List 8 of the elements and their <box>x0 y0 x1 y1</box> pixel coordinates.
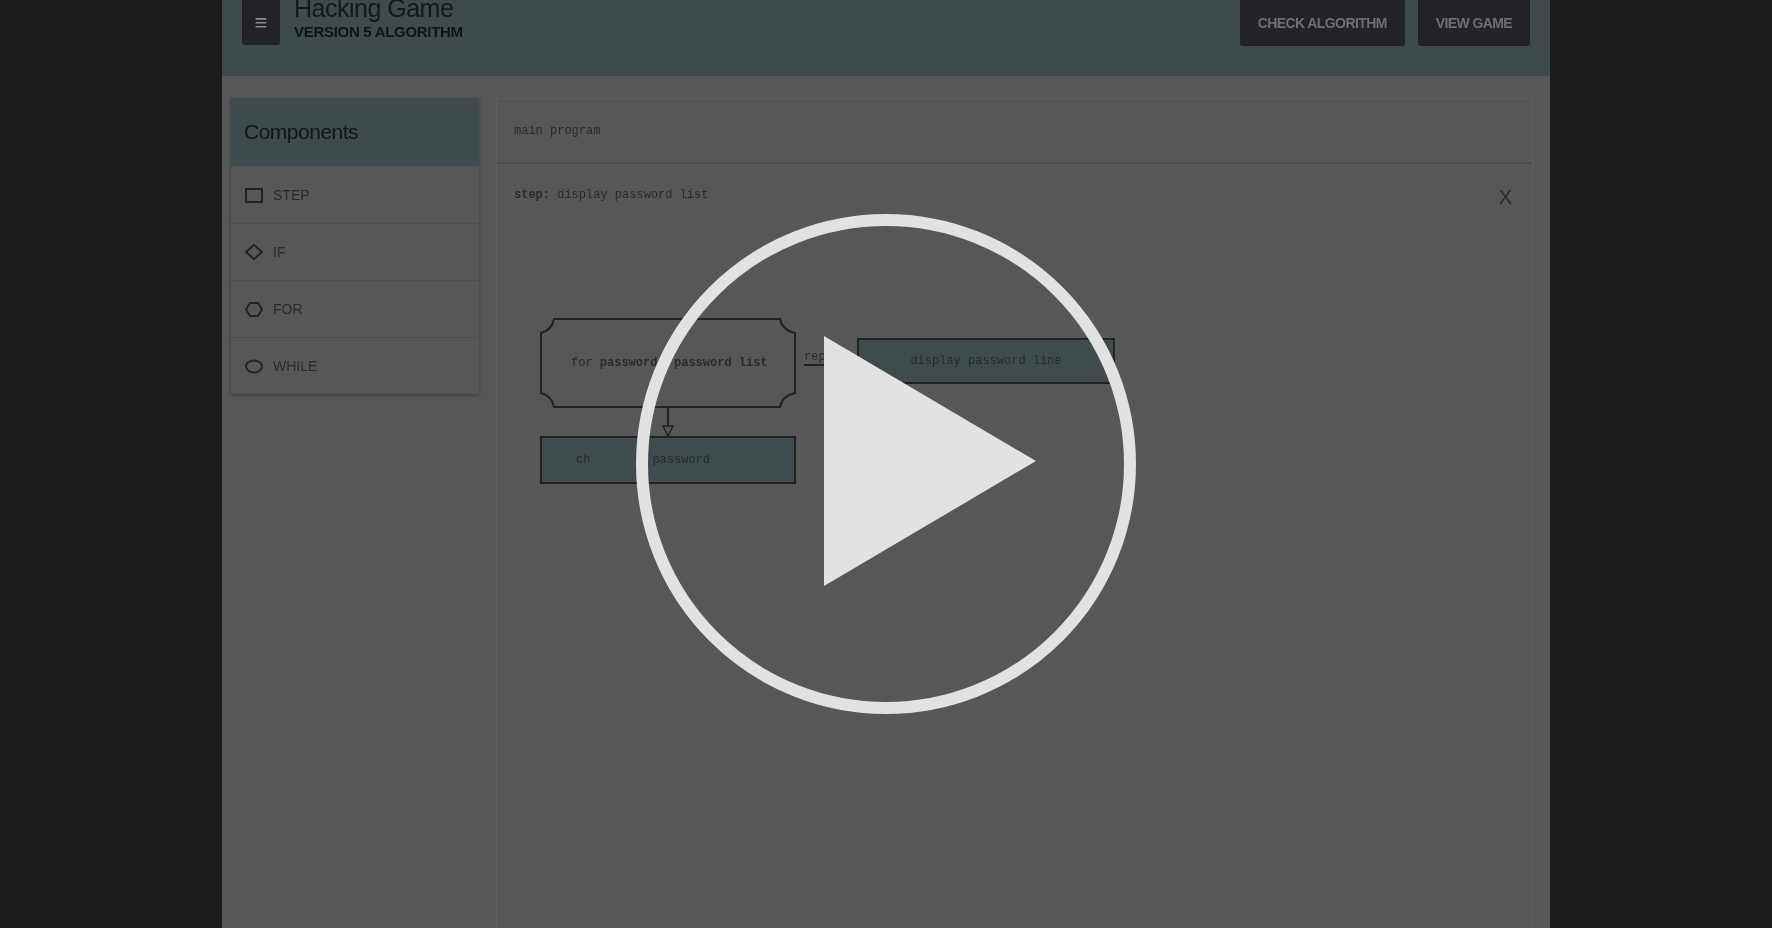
hexagon-icon <box>245 301 263 317</box>
app-subtitle: VERSION 5 ALGORITHM <box>294 23 463 40</box>
header-button[interactable]: VIEW GAME <box>1417 0 1530 46</box>
square-icon <box>245 187 263 203</box>
menu-button[interactable]: ≡ <box>242 0 280 45</box>
oval-icon <box>245 358 263 374</box>
diamond-icon <box>245 244 263 260</box>
header-button[interactable]: CHECK ALGORITHM <box>1239 0 1405 46</box>
